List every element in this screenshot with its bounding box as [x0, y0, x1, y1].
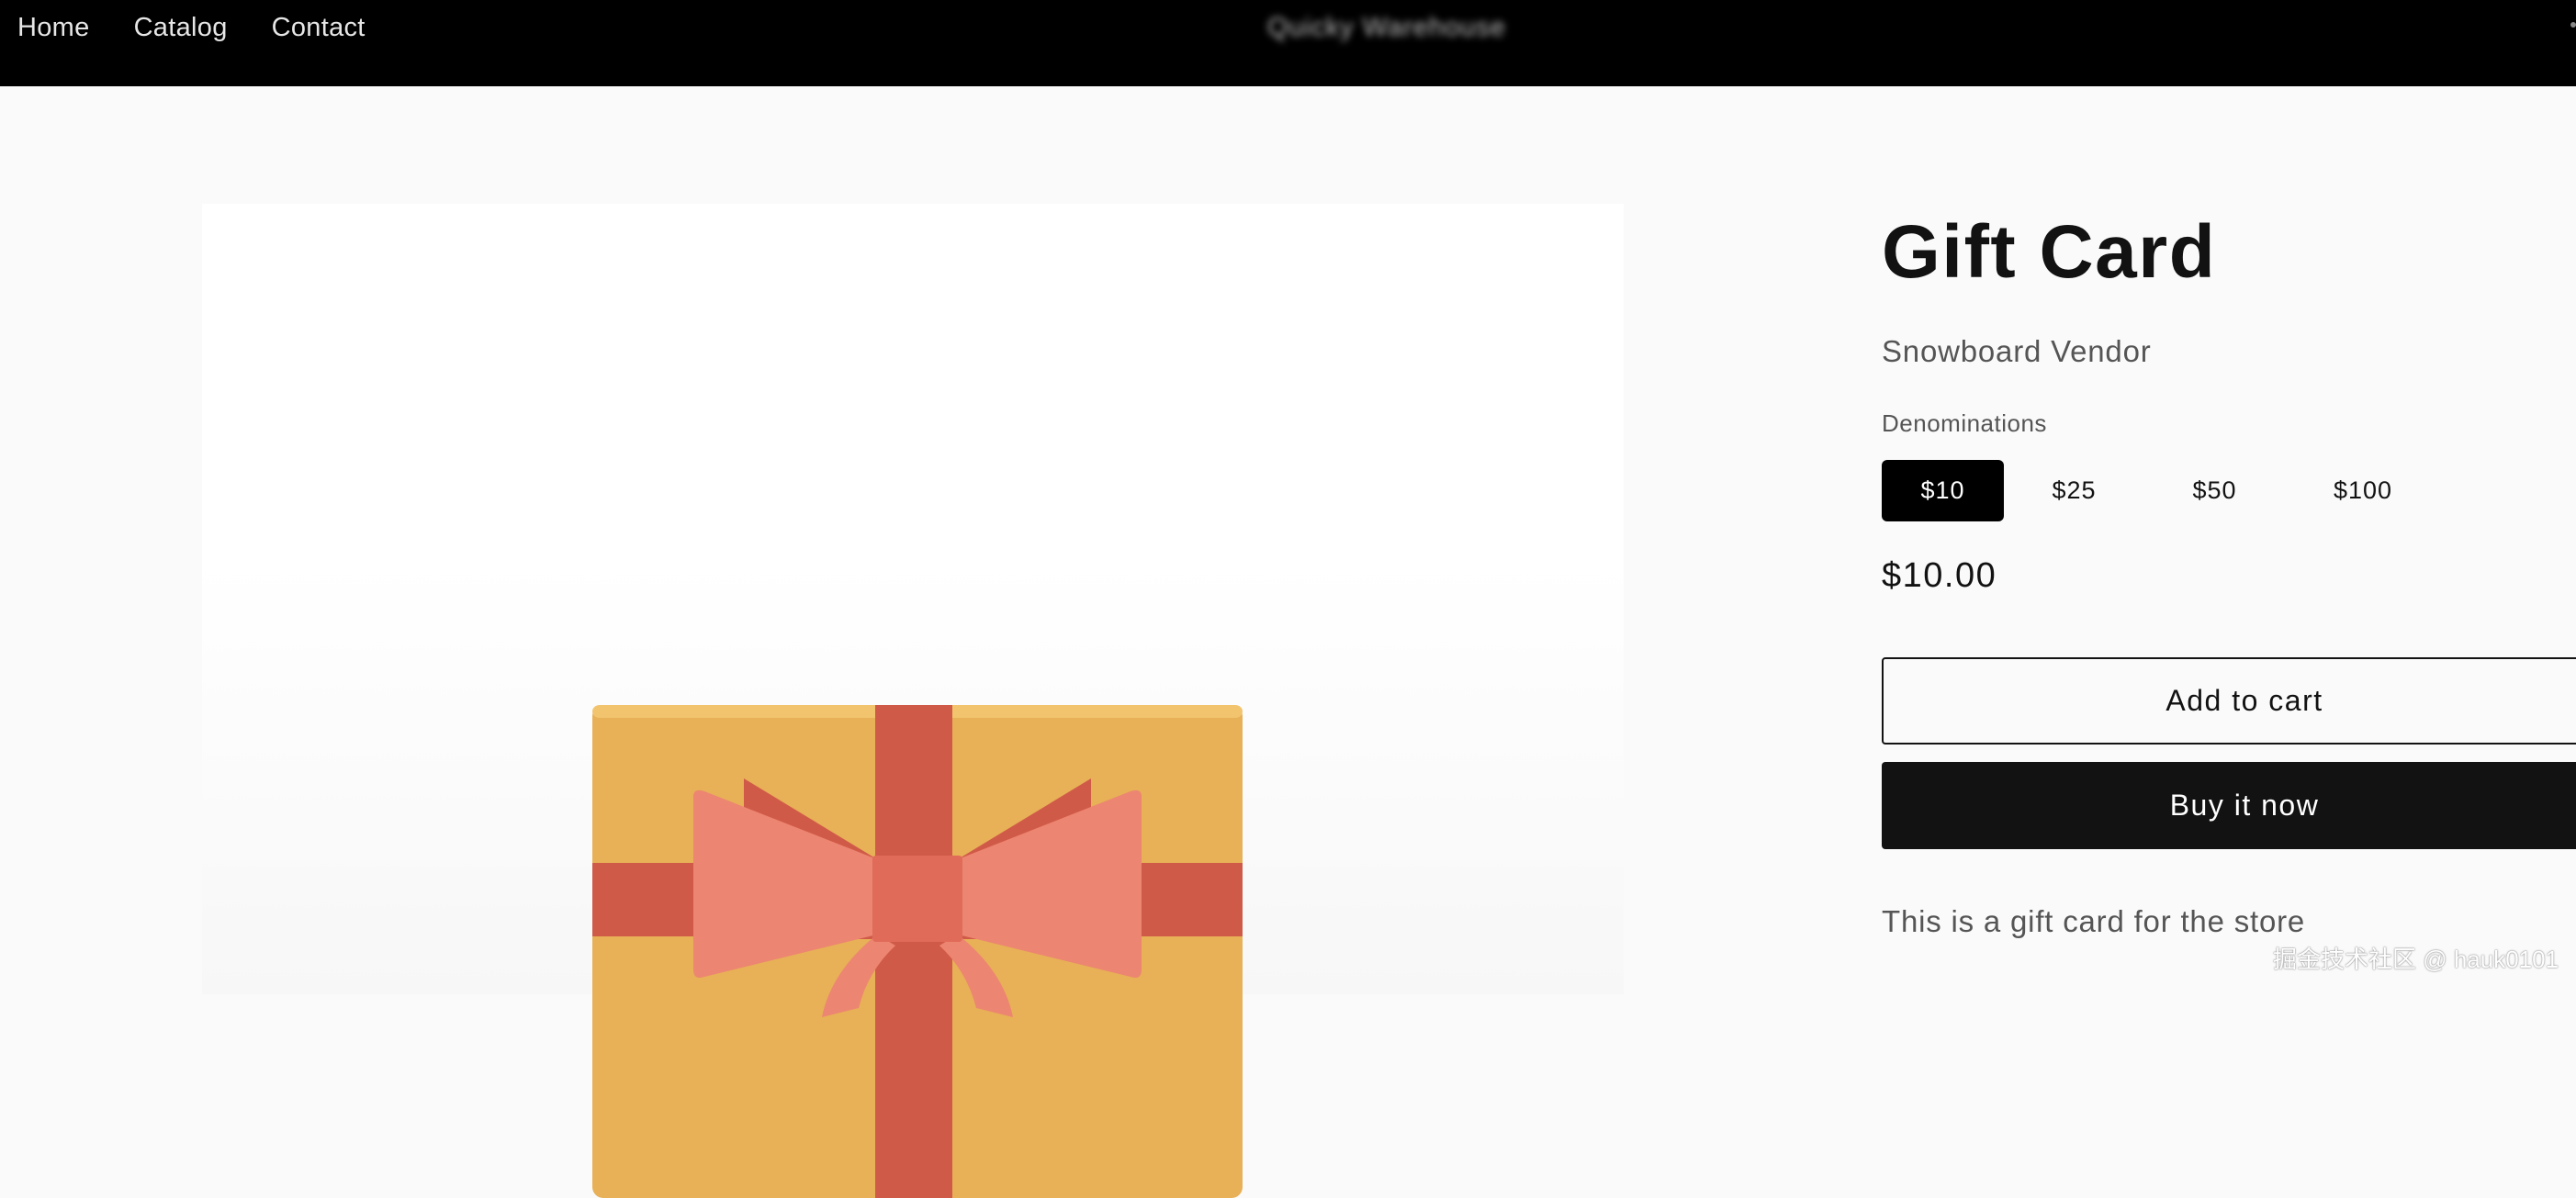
main-nav: Home Catalog Contact	[17, 13, 366, 43]
denomination-option-50[interactable]: $50	[2144, 460, 2285, 521]
buy-now-button[interactable]: Buy it now	[1882, 762, 2576, 849]
product-price: $10.00	[1882, 556, 1997, 595]
header-icon-partial[interactable]	[2570, 22, 2576, 28]
product-media[interactable]	[202, 204, 1624, 1198]
nav-contact-link[interactable]: Contact	[272, 13, 366, 43]
option-label: Denominations	[1882, 409, 2047, 437]
denomination-option-25[interactable]: $25	[2004, 460, 2144, 521]
watermark: 掘金技术社区 @ hauk0101	[2273, 946, 2559, 973]
top-bar: Home Catalog Contact Quicky Warehouse	[0, 0, 2576, 86]
store-name[interactable]: Quicky Warehouse	[1267, 13, 1506, 50]
gift-box-icon	[592, 705, 1243, 1198]
product-vendor: Snowboard Vendor	[1882, 334, 2152, 368]
denomination-option-100[interactable]: $100	[2285, 460, 2441, 521]
add-to-cart-button[interactable]: Add to cart	[1882, 657, 2576, 745]
product-description: This is a gift card for the store	[1882, 904, 2306, 938]
nav-home-link[interactable]: Home	[17, 13, 90, 43]
denomination-selector: $10 $25 $50 $100	[1882, 460, 2441, 521]
nav-catalog-link[interactable]: Catalog	[134, 13, 228, 43]
denomination-option-10[interactable]: $10	[1882, 460, 2004, 521]
product-title: Gift Card	[1882, 210, 2217, 294]
